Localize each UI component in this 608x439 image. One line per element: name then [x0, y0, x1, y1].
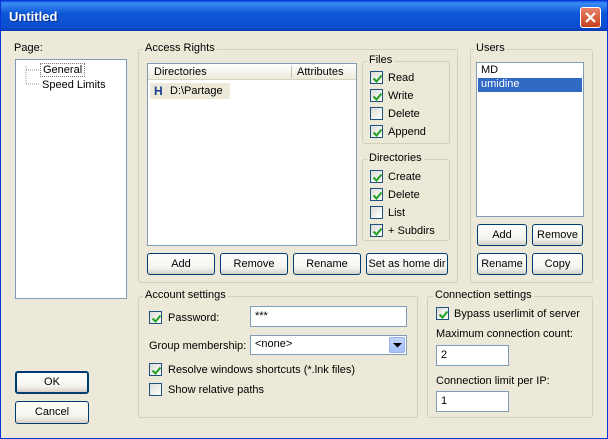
- file-permission-label: Delete: [388, 108, 420, 120]
- file-permission-label: Append: [388, 126, 426, 138]
- set-home-dir-button[interactable]: Set as home dir: [366, 253, 448, 275]
- dir-permission-label: List: [388, 207, 406, 219]
- column-directories[interactable]: Directories: [154, 66, 207, 78]
- checkmark-icon: [372, 92, 383, 101]
- directories-list[interactable]: Directories Attributes H D:\Partage: [147, 63, 357, 246]
- dir-permission-checkbox[interactable]: [370, 224, 383, 237]
- list-header: Directories Attributes: [148, 64, 356, 80]
- dir-permission-checkbox[interactable]: [370, 206, 383, 219]
- file-permission-checkbox[interactable]: [370, 107, 383, 120]
- list-item[interactable]: MD: [478, 64, 582, 78]
- group-membership-label: Group membership:: [149, 340, 247, 352]
- max-connection-label: Maximum connection count:: [436, 328, 573, 340]
- add-user-button[interactable]: Add: [477, 224, 527, 246]
- add-directory-button[interactable]: Add: [147, 253, 215, 275]
- close-button[interactable]: [580, 7, 601, 28]
- directories-perm-label: Directories: [367, 152, 424, 164]
- dir-permission-label: Delete: [388, 189, 420, 201]
- connection-settings-label: Connection settings: [433, 289, 534, 301]
- tree-item-general[interactable]: General: [40, 63, 86, 77]
- file-permission-checkbox[interactable]: [370, 71, 383, 84]
- per-ip-limit-label: Connection limit per IP:: [436, 375, 550, 387]
- cancel-button[interactable]: Cancel: [15, 401, 89, 424]
- dir-permission-label: + Subdirs: [388, 225, 435, 237]
- checkmark-icon: [151, 366, 162, 375]
- resolve-shortcuts-label: Resolve windows shortcuts (*.lnk files): [168, 364, 356, 376]
- rename-directory-button[interactable]: Rename: [293, 253, 361, 275]
- max-connection-field[interactable]: 2: [436, 345, 509, 366]
- per-ip-limit-field[interactable]: 1: [436, 391, 509, 412]
- window-title: Untitled: [9, 9, 58, 24]
- tree-item-speed-limits[interactable]: Speed Limits: [42, 79, 106, 91]
- checkmark-icon: [372, 227, 383, 236]
- remove-user-button[interactable]: Remove: [532, 224, 583, 246]
- remove-directory-button[interactable]: Remove: [220, 253, 288, 275]
- relative-paths-checkbox[interactable]: [149, 383, 162, 396]
- column-divider: [291, 66, 292, 78]
- dialog-body: Page: General Speed Limits OK Cancel Acc…: [4, 31, 604, 436]
- title-bar[interactable]: Untitled: [1, 1, 607, 31]
- table-row[interactable]: H D:\Partage: [150, 83, 230, 99]
- account-settings-label: Account settings: [143, 289, 228, 301]
- password-field[interactable]: ***: [250, 306, 407, 327]
- file-permission-checkbox[interactable]: [370, 125, 383, 138]
- home-dir-marker: H: [154, 84, 163, 98]
- copy-user-button[interactable]: Copy: [532, 253, 583, 275]
- checkmark-icon: [438, 310, 449, 319]
- group-membership-select[interactable]: <none>: [250, 335, 407, 355]
- file-permission-label: Read: [388, 72, 415, 84]
- dir-permission-checkbox[interactable]: [370, 170, 383, 183]
- bypass-userlimit-label: Bypass userlimit of server: [454, 308, 580, 320]
- password-label: Password:: [168, 312, 220, 324]
- page-label: Page:: [14, 42, 43, 54]
- checkmark-icon: [372, 191, 383, 200]
- rename-user-button[interactable]: Rename: [477, 253, 527, 275]
- checkmark-icon: [372, 128, 383, 137]
- dir-permission-checkbox[interactable]: [370, 188, 383, 201]
- ok-button[interactable]: OK: [15, 371, 89, 394]
- password-checkbox[interactable]: [149, 311, 162, 324]
- chevron-down-icon[interactable]: [389, 337, 405, 353]
- column-attributes[interactable]: Attributes: [297, 66, 343, 78]
- user-name: MD: [481, 64, 499, 76]
- users-label: Users: [474, 42, 507, 54]
- users-list[interactable]: MD umidine: [476, 62, 584, 217]
- dialog-window: Untitled Page: General Speed Limits OK C…: [0, 0, 608, 439]
- checkmark-icon: [372, 74, 383, 83]
- dir-permission-label: Create: [388, 171, 422, 183]
- close-icon: [585, 12, 596, 23]
- resolve-shortcuts-checkbox[interactable]: [149, 363, 162, 376]
- group-membership-value: <none>: [255, 338, 293, 350]
- page-tree[interactable]: General Speed Limits: [15, 59, 127, 299]
- bypass-userlimit-checkbox[interactable]: [436, 307, 449, 320]
- access-rights-label: Access Rights: [143, 42, 217, 54]
- checkmark-icon: [372, 173, 383, 182]
- file-permission-checkbox[interactable]: [370, 89, 383, 102]
- directory-path: D:\Partage: [170, 85, 223, 97]
- list-item[interactable]: umidine: [478, 78, 582, 92]
- file-permission-label: Write: [388, 90, 414, 102]
- user-name: umidine: [481, 78, 520, 90]
- files-label: Files: [367, 54, 395, 66]
- checkmark-icon: [151, 314, 162, 323]
- relative-paths-label: Show relative paths: [168, 384, 264, 396]
